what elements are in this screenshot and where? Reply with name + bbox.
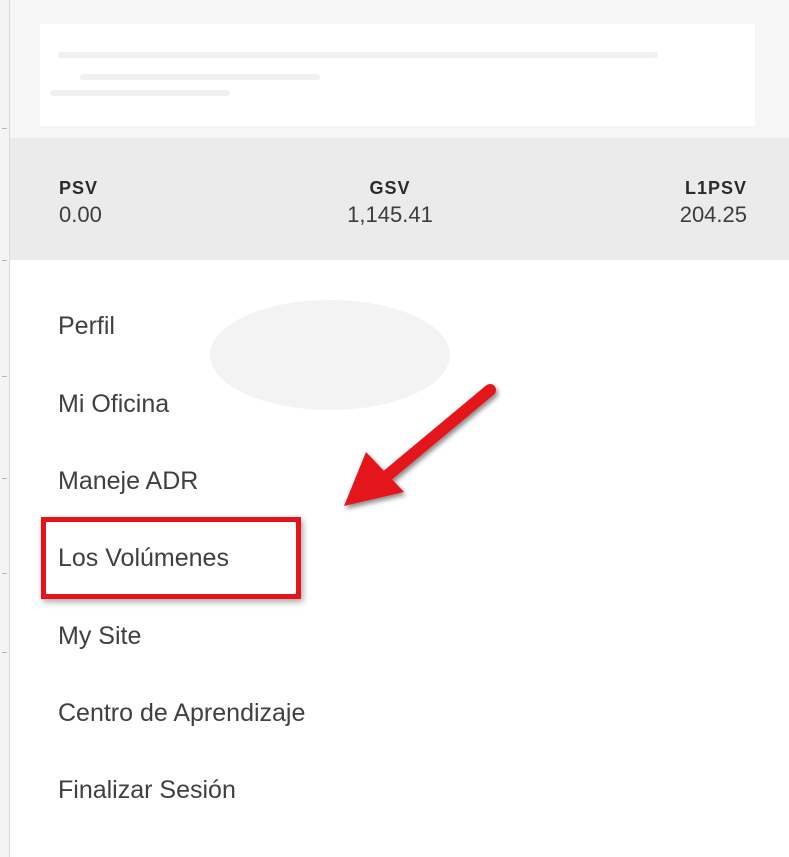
red-arrow-icon [344,384,496,506]
menu-item-los-volumenes[interactable]: Los Volúmenes [58,543,229,573]
image-artifact [210,300,450,410]
metric-label: GSV [369,178,411,198]
menu-item-centro-de-aprendizaje[interactable]: Centro de Aprendizaje [58,698,305,728]
account-header [10,0,789,138]
menu-item-finalizar-sesion[interactable]: Finalizar Sesión [58,775,236,805]
menu-item-mi-oficina[interactable]: Mi Oficina [58,389,169,419]
metric-psv: PSV 0.00 [59,178,102,230]
background-page-edge [0,0,10,857]
redacted-account-info [40,24,755,126]
menu-item-my-site[interactable]: My Site [58,621,141,651]
menu-item-perfil[interactable]: Perfil [58,311,115,341]
metric-gsv: GSV 1,145.41 [340,178,440,230]
metric-value: 0.00 [59,202,102,227]
metric-value: 1,145.41 [347,202,433,227]
metric-value: 204.25 [679,202,747,227]
volume-metrics-bar: PSV 0.00 GSV 1,145.41 L1PSV 204.25 [10,138,789,260]
metric-label: PSV [59,178,99,198]
menu-item-maneje-adr[interactable]: Maneje ADR [58,466,198,496]
metric-label: L1PSV [684,178,747,198]
metric-l1psv: L1PSV 204.25 [680,178,747,230]
account-dropdown-panel: PSV 0.00 GSV 1,145.41 L1PSV 204.25 Perfi… [10,0,789,857]
